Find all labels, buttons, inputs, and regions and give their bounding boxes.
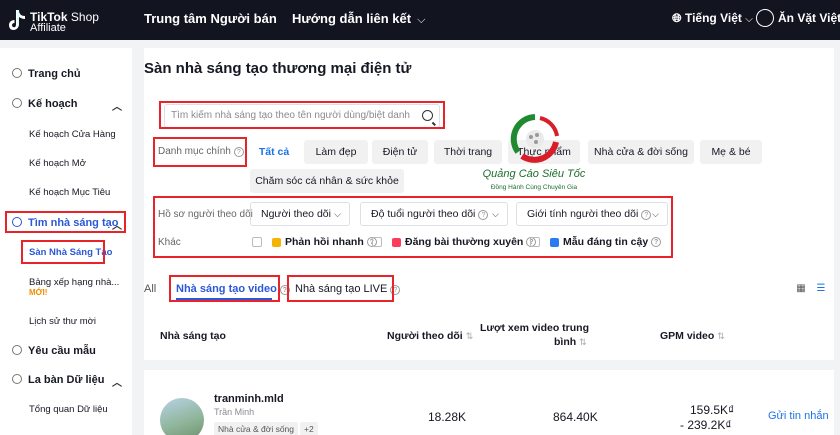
shop-icon: [756, 9, 774, 27]
language-selector[interactable]: 🌐︎ Tiếng Việt ⌵: [672, 11, 753, 26]
avatar[interactable]: [160, 398, 204, 435]
annotation-box-category: [153, 137, 247, 167]
nav-link-guide[interactable]: Hướng dẫn liên kết ⌵: [292, 11, 425, 27]
chevron-up-icon: ︿: [112, 378, 122, 389]
chevron-down-icon: ⌵: [417, 14, 426, 26]
sidebar-item-plan-shop[interactable]: Kế hoạch Cửa Hàng: [29, 129, 116, 140]
tab-all[interactable]: All: [144, 283, 156, 295]
sidebar-item-ranking[interactable]: Bảng xếp hạng nhà...: [29, 277, 119, 288]
annotation-box-filters: [153, 196, 673, 258]
category-chip-personal-care[interactable]: Chăm sóc cá nhân & sức khỏe: [250, 169, 404, 193]
annotation-box-marketplace: [21, 240, 105, 264]
gpm-value-max: - 239.2K₫: [680, 418, 732, 432]
sidebar-item-data-compass[interactable]: La bàn Dữ liệu ︿: [12, 374, 132, 389]
list-view-icon[interactable]: ☰: [814, 282, 828, 296]
page-title: Sàn nhà sáng tạo thương mại điện tử: [144, 60, 412, 77]
home-icon: [12, 68, 22, 78]
nav-seller-center[interactable]: Trung tâm Người bán: [144, 11, 277, 26]
followers-value: 18.28K: [428, 410, 467, 424]
category-chip-beauty[interactable]: Làm đẹp: [304, 140, 368, 164]
plan-icon: [12, 98, 22, 108]
sidebar-item-data-overview[interactable]: Tổng quan Dữ liệu: [29, 404, 108, 415]
logo-subtitle: Affiliate: [30, 22, 66, 34]
view-toggle: ▦ ☰: [790, 280, 830, 298]
divider: [144, 360, 834, 370]
annotation-box-search: [159, 101, 445, 129]
watermark-subtext: Đồng Hành Cùng Chuyên Gia: [490, 184, 578, 191]
col-creator: Nhà sáng tạo: [160, 330, 226, 342]
col-gpm[interactable]: GPM video ⇅: [660, 330, 725, 342]
category-chip-mom-baby[interactable]: Mẹ & bé: [700, 140, 762, 164]
sort-icon: ⇅: [717, 331, 725, 341]
watermark-emblem-icon: [510, 114, 559, 163]
sidebar-item-invite-history[interactable]: Lịch sử thư mời: [29, 316, 96, 327]
tiktok-shop-affiliate-logo[interactable]: TikTok Shop Affiliate: [8, 7, 108, 34]
col-avg-views-line2: bình ⇅: [554, 336, 587, 348]
sidebar-item-home[interactable]: Trang chủ: [12, 68, 81, 80]
creator-username[interactable]: tranminh.mld: [214, 393, 284, 405]
shop-account-menu[interactable]: Ăn Vặt Việt: [756, 9, 840, 27]
new-badge: MỚI!: [29, 288, 48, 297]
globe-icon: 🌐︎: [672, 11, 682, 25]
sidebar-item-sample-requests[interactable]: Yêu cầu mẫu: [12, 345, 96, 357]
chevron-up-icon: ︿: [112, 102, 122, 113]
col-followers[interactable]: Người theo dõi ⇅: [387, 330, 473, 342]
send-message-link[interactable]: Gửi tin nhắn: [768, 410, 829, 422]
sidebar-item-plan[interactable]: Kế hoạch ︿: [12, 98, 132, 113]
watermark-logo: Quảng Cáo Siêu Tốc Đồng Hành Cùng Chuyên…: [464, 112, 604, 202]
watermark-text: Quảng Cáo Siêu Tốc: [482, 168, 586, 180]
category-tag: Nhà cửa & đời sống: [214, 422, 298, 435]
category-chip-electronics[interactable]: Điện tử: [372, 140, 428, 164]
creator-display-name: Trần Minh: [214, 407, 255, 417]
col-avg-views[interactable]: Lượt xem video trung: [480, 322, 589, 334]
annotation-box-find-creators: [5, 211, 126, 233]
more-tags-badge: +2: [300, 422, 318, 435]
annotation-box-video-tab: [169, 275, 280, 302]
top-bar: TikTok Shop Affiliate Trung tâm Người bá…: [0, 0, 840, 40]
avg-views-value: 864.40K: [553, 410, 598, 424]
compass-icon: [12, 374, 22, 384]
category-chip-all[interactable]: Tất cả: [250, 140, 298, 164]
sort-icon: ⇅: [465, 331, 474, 341]
annotation-box-live-tab: [287, 275, 394, 302]
tiktok-logo-icon: [9, 10, 25, 30]
sidebar-item-plan-open[interactable]: Kế hoạch Mở: [29, 158, 86, 169]
sort-icon: ⇅: [579, 337, 587, 347]
sample-icon: [12, 345, 22, 355]
gpm-value-min: 159.5K₫: [690, 403, 735, 417]
grid-view-icon[interactable]: ▦: [794, 282, 808, 296]
sidebar-item-plan-target[interactable]: Kế hoạch Mục Tiêu: [29, 187, 110, 198]
chevron-down-icon: ⌵: [745, 14, 753, 25]
